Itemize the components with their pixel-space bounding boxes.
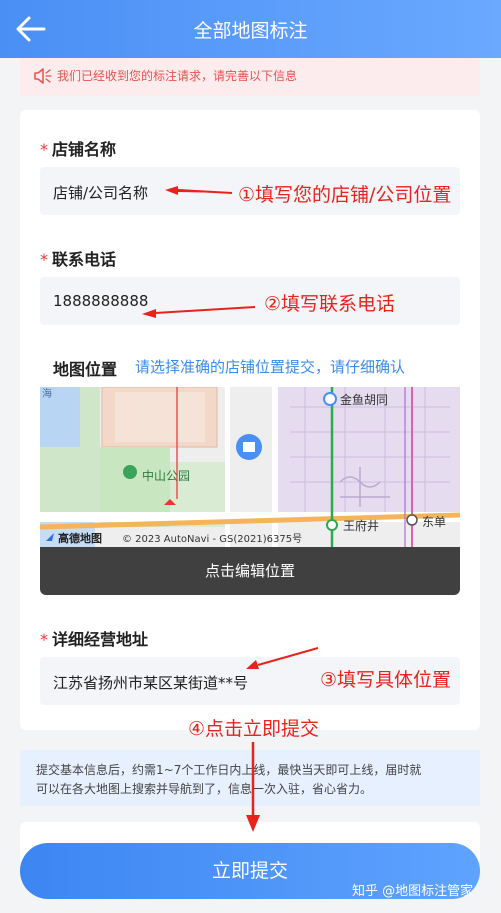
- notice-text: 我们已经收到您的标注请求，请完善以下信息: [57, 69, 298, 83]
- phone-label: * 联系电话: [40, 250, 117, 269]
- required-mark: *: [40, 250, 48, 269]
- app-header: 全部地图标注: [0, 0, 501, 58]
- edit-location-button[interactable]: 点击编辑位置: [40, 547, 460, 595]
- page-title: 全部地图标注: [193, 20, 308, 42]
- watermark: 知乎 @地图标注管家: [352, 884, 474, 899]
- annotation-step-4: ④点击立即提交: [188, 718, 320, 740]
- map-brand: 高德地图: [58, 531, 102, 545]
- map-label-jinyu: 金鱼胡同: [340, 392, 388, 407]
- map-view[interactable]: 海 金鱼胡同 中山公园 王府井 东单 高德地图 © 2023 AutoNavi …: [40, 387, 460, 547]
- shop-name-label: * 店铺名称: [40, 140, 117, 159]
- phone-input[interactable]: 1888888888: [40, 277, 460, 325]
- required-mark: *: [40, 630, 48, 649]
- info-line-2: 可以在各大地图上搜索并导航到了，信息一次入驻，省心省力。: [36, 782, 373, 796]
- speaker-icon: [32, 66, 52, 86]
- map-copyright: © 2023 AutoNavi - GS(2021)6375号: [122, 533, 302, 545]
- annotation-step-3: ③填写具体位置: [320, 669, 452, 691]
- map-hint-text: 请选择准确的店铺位置提交，请仔细确认: [135, 358, 406, 376]
- map-location-label: 地图位置: [53, 360, 118, 379]
- annotation-step-2: ②填写联系电话: [264, 293, 396, 315]
- annotation-step-1: ①填写您的店铺/公司位置: [238, 184, 452, 206]
- address-label: * 详细经营地址: [40, 630, 149, 649]
- map-label-zhongshan: 中山公园: [142, 468, 190, 483]
- notice-banner: 我们已经收到您的标注请求，请完善以下信息: [20, 58, 480, 96]
- required-mark: *: [40, 140, 48, 159]
- map-label-wangfujing: 王府井: [343, 518, 379, 533]
- info-box: 提交基本信息后，约需1~7个工作日内上线，最快当天即可上线，届时就 可以在各大地…: [20, 750, 480, 806]
- info-line-1: 提交基本信息后，约需1~7个工作日内上线，最快当天即可上线，届时就: [36, 763, 422, 777]
- map-label-dongdan: 东单: [422, 515, 446, 529]
- map-label-corner: 海: [42, 387, 52, 400]
